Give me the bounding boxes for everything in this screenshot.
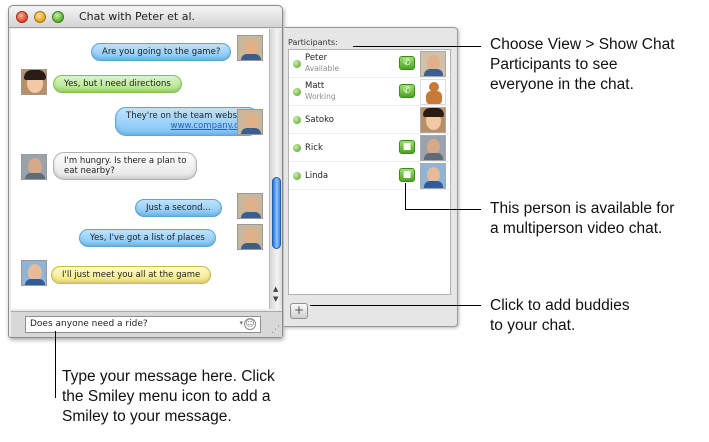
message-input-value: Does anyone need a ride?	[30, 319, 148, 329]
callout-text: Choose View > Show Chat	[490, 36, 675, 53]
callout-participants: Choose View > Show Chat Participants to …	[490, 35, 675, 95]
video-camera-icon[interactable]: ■	[399, 140, 415, 154]
message-row: They're on the team website www.company.…	[11, 105, 269, 141]
message-bubble: Yes, I've got a list of places	[79, 229, 216, 247]
avatar-satoko	[420, 107, 446, 133]
message-row: Just a second...	[11, 191, 269, 223]
participant-satoko[interactable]: Satoko	[289, 106, 450, 134]
callout-add: Click to add buddies to your chat.	[490, 296, 630, 336]
callout-video: This person is available for a multipers…	[490, 199, 674, 239]
scroll-down-arrow-icon[interactable]: ▼	[273, 295, 278, 303]
available-status-icon	[293, 116, 301, 124]
callout-text: everyone in the chat.	[490, 76, 634, 93]
close-button[interactable]	[16, 11, 28, 23]
chat-transcript: Are you going to the game? Yes, but I ne…	[11, 29, 269, 309]
participant-rick[interactable]: Rick ■	[289, 134, 450, 162]
callout-line-message	[55, 331, 56, 398]
scroll-thumb[interactable]	[272, 177, 281, 249]
available-status-icon	[293, 144, 301, 152]
message-link[interactable]: www.company.org	[126, 121, 248, 131]
avatar-peter	[237, 35, 263, 61]
message-text: I'm hungry. Is there a plan to	[64, 156, 187, 166]
callout-line-participants	[353, 46, 481, 47]
participant-name: Linda	[305, 171, 329, 181]
avatar-matt-gingerbread	[420, 79, 446, 105]
participant-matt[interactable]: Matt Working ✆	[289, 78, 450, 106]
callout-text: the Smiley menu icon to add a	[62, 388, 271, 405]
available-status-icon	[293, 172, 301, 180]
message-text: eat nearby?	[64, 166, 115, 176]
transcript-scrollbar[interactable]: ▲ ▼	[269, 29, 282, 309]
scroll-up-arrow-icon[interactable]: ▲	[273, 285, 278, 293]
available-status-icon	[293, 88, 301, 96]
avatar-linda	[21, 260, 47, 286]
participants-drawer: Participants: Peter Available ✆ Matt Wor…	[284, 27, 458, 327]
participant-name: Matt	[305, 81, 325, 91]
avatar-rick	[420, 135, 446, 161]
participant-peter[interactable]: Peter Available ✆	[289, 50, 450, 78]
participant-name: Peter	[305, 53, 328, 63]
callout-line-video-vertical	[405, 183, 406, 209]
available-status-icon	[293, 60, 301, 68]
callout-text: This person is available for	[490, 200, 675, 217]
message-row: Yes, I've got a list of places	[11, 223, 269, 255]
smiley-menu-arrow-icon[interactable]: ▾	[239, 319, 243, 327]
callout-line-video	[405, 209, 481, 210]
callout-text: a multiperson video chat.	[490, 220, 663, 237]
avatar-satoko	[21, 69, 47, 95]
callout-text: to your chat.	[490, 317, 576, 334]
message-text: They're on the team website	[126, 111, 249, 121]
phone-icon[interactable]: ✆	[399, 56, 415, 70]
message-bubble: Just a second...	[135, 199, 222, 217]
avatar-peter	[237, 109, 263, 135]
add-buddy-button[interactable]: +	[290, 303, 308, 319]
callout-text: Click to add buddies	[490, 297, 630, 314]
minimize-button[interactable]	[34, 11, 46, 23]
avatar-peter	[237, 224, 263, 250]
callout-text: Smiley to your message.	[62, 408, 232, 425]
message-input[interactable]: Does anyone need a ride? ▾ ☺	[25, 316, 261, 333]
zoom-button[interactable]	[52, 11, 64, 23]
participant-name: Satoko	[305, 115, 334, 125]
chat-window: Chat with Peter et al. Are you going to …	[8, 5, 283, 338]
message-row: I'm hungry. Is there a plan to eat nearb…	[11, 148, 269, 184]
participant-name: Rick	[305, 143, 323, 153]
message-row: I'll just meet you all at the game	[11, 259, 269, 291]
avatar-linda	[420, 163, 446, 189]
participants-list: Peter Available ✆ Matt Working ✆ Satoko	[288, 49, 451, 295]
avatar-peter	[237, 193, 263, 219]
message-bubble: I'll just meet you all at the game	[51, 266, 212, 284]
callout-line-add	[310, 305, 481, 306]
avatar-rick	[21, 154, 47, 180]
video-camera-icon[interactable]: ■	[399, 168, 415, 182]
message-bubble: Yes, but I need directions	[53, 75, 182, 93]
callout-text: Type your message here. Click	[62, 368, 275, 385]
title-bar[interactable]: Chat with Peter et al.	[9, 6, 282, 28]
smiley-menu-icon[interactable]: ☺	[244, 318, 256, 330]
message-bubble: I'm hungry. Is there a plan to eat nearb…	[53, 152, 198, 180]
callout-message: Type your message here. Click the Smiley…	[62, 367, 275, 427]
message-input-area: Does anyone need a ride? ▾ ☺ ⋰	[11, 311, 282, 337]
participant-status: Available	[305, 64, 339, 73]
participant-status: Working	[305, 92, 336, 101]
callout-text: Participants to see	[490, 56, 618, 73]
message-row: Are you going to the game?	[11, 33, 269, 65]
participant-linda[interactable]: Linda ■	[289, 162, 450, 190]
phone-icon[interactable]: ✆	[399, 84, 415, 98]
resize-grip-icon[interactable]: ⋰	[271, 325, 280, 335]
participants-header: Participants:	[288, 38, 338, 47]
window-title: Chat with Peter et al.	[79, 10, 196, 23]
avatar-peter	[420, 51, 446, 77]
message-bubble: Are you going to the game?	[91, 43, 232, 61]
message-row: Yes, but I need directions	[11, 67, 269, 99]
